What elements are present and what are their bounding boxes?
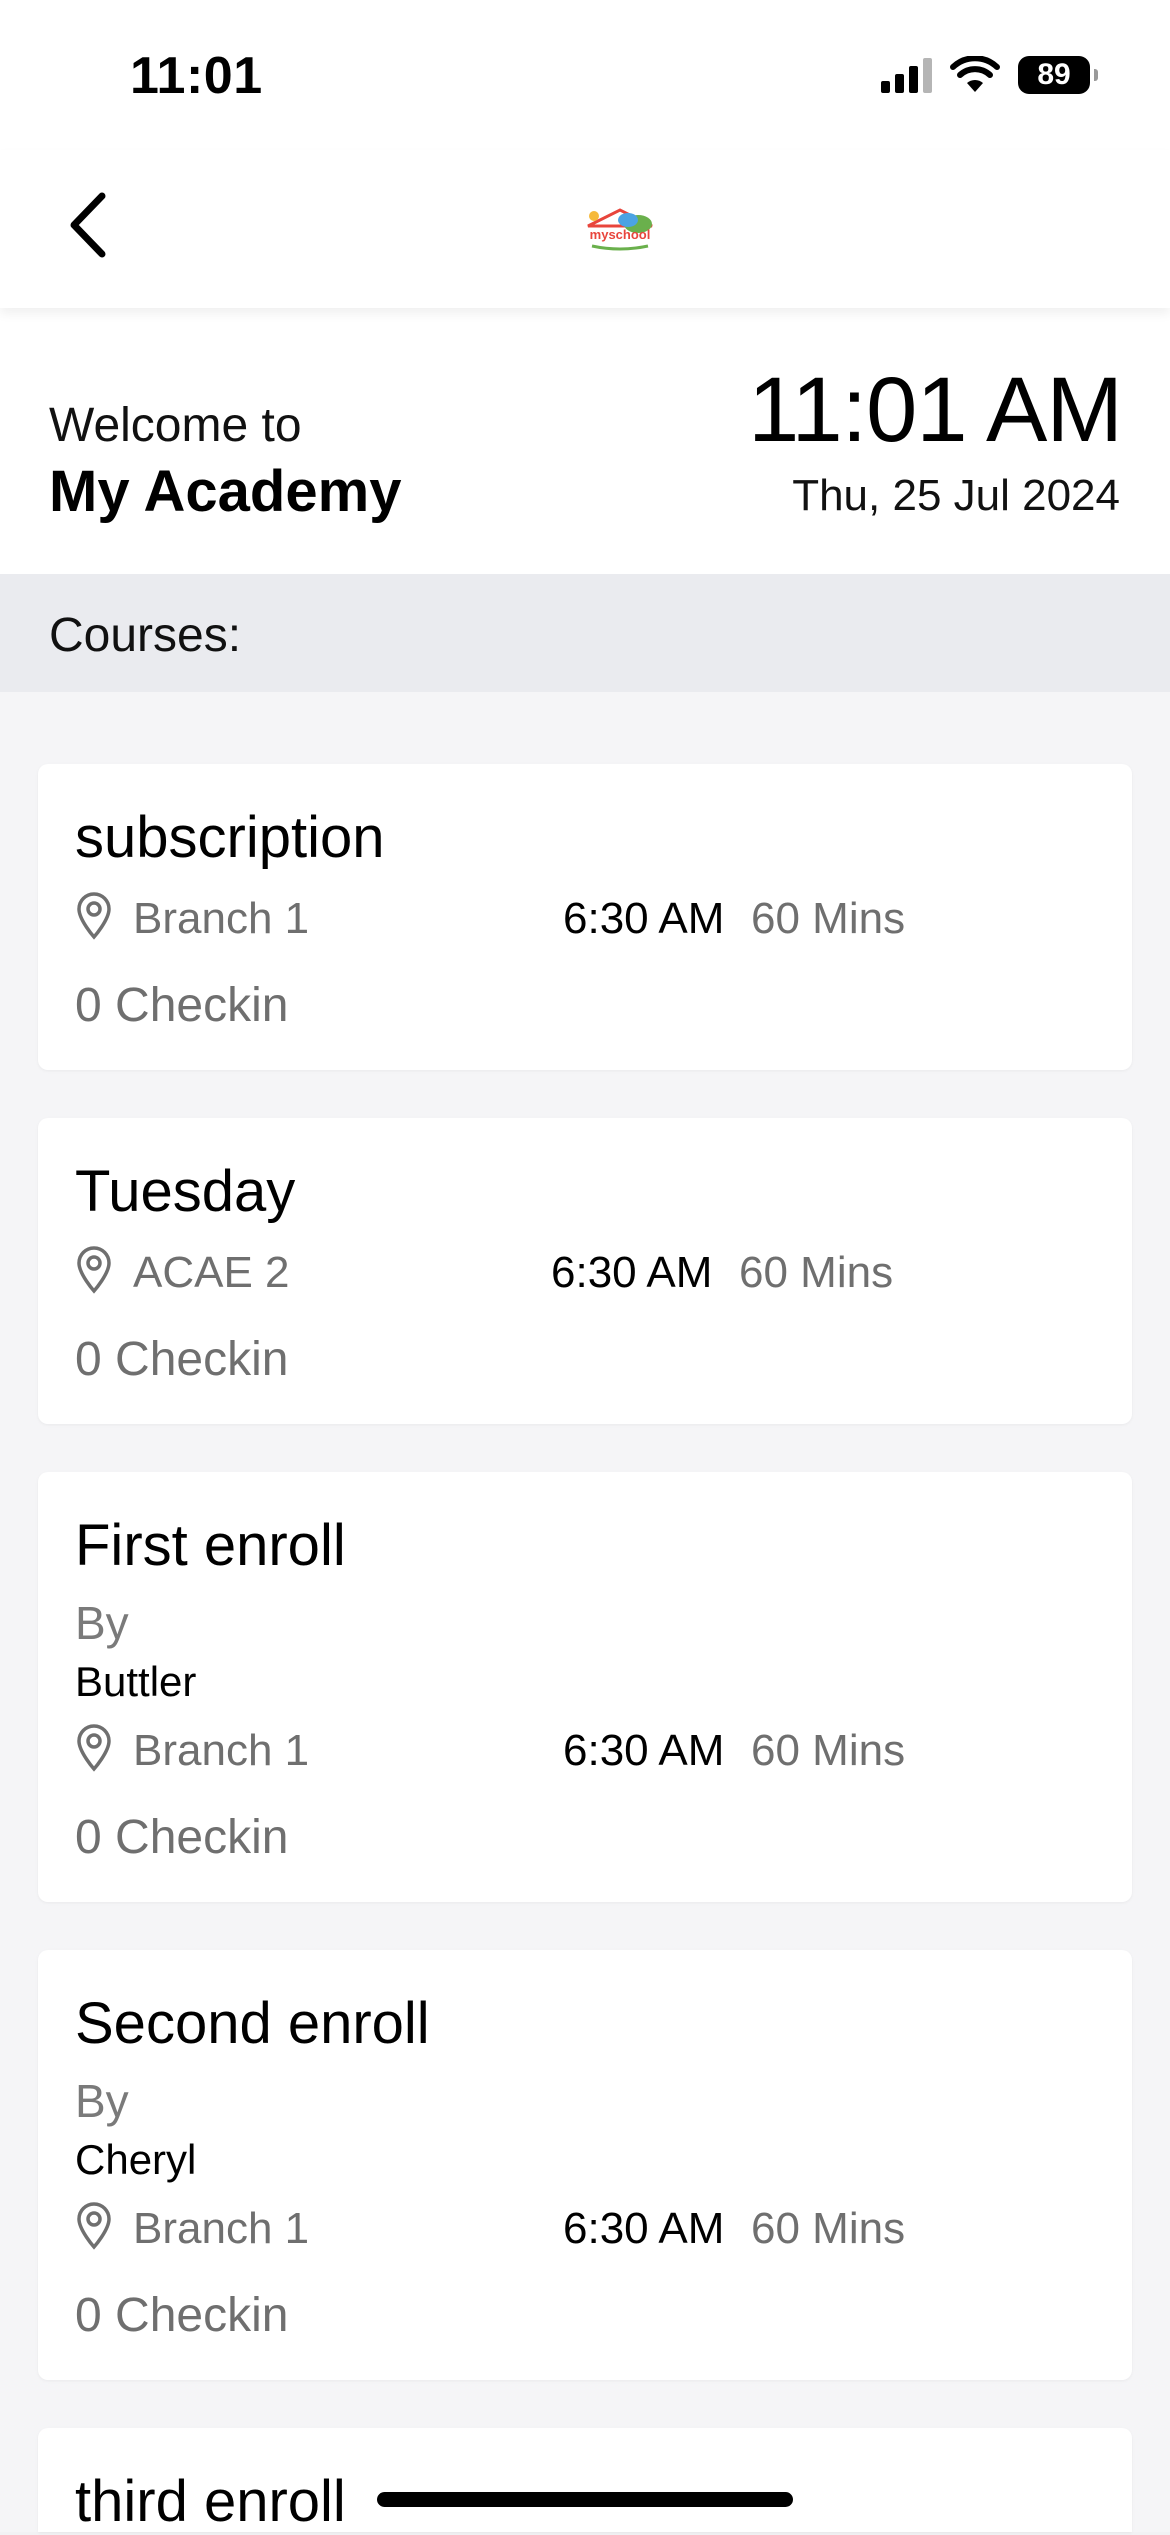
course-duration: 60 Mins [739, 1248, 894, 1297]
course-card[interactable]: third enroll [38, 2428, 1132, 2534]
welcome-header: Welcome to My Academy 11:01 AM Thu, 25 J… [0, 308, 1170, 574]
course-title: First enroll [75, 1513, 346, 1578]
instructor-name: Cheryl [75, 2136, 197, 2183]
course-title: subscription [75, 805, 385, 870]
location-pin-icon [77, 1724, 111, 1772]
course-card[interactable]: subscription Branch 1 6:30 AM 60 Mins 0 … [38, 764, 1132, 1070]
course-title: Second enroll [75, 1991, 430, 2056]
battery-icon: 89 [1018, 56, 1098, 94]
welcome-label: Welcome to [49, 399, 302, 452]
course-card[interactable]: First enroll By Buttler Branch 1 6:30 AM… [38, 1472, 1132, 1902]
location-pin-icon [77, 2202, 111, 2250]
current-date: Thu, 25 Jul 2024 [792, 471, 1120, 520]
course-details-row: Branch 1 6:30 AM 60 Mins [75, 1720, 1075, 1780]
section-title: Courses: [49, 609, 242, 662]
course-duration: 60 Mins [751, 1726, 906, 1775]
course-duration: 60 Mins [751, 894, 906, 943]
course-checkin-count: 0 Checkin [75, 1333, 289, 1386]
status-time: 11:01 [130, 47, 263, 105]
course-time: 6:30 AM [563, 2204, 725, 2253]
courses-list: subscription Branch 1 6:30 AM 60 Mins 0 … [0, 692, 1170, 2534]
course-checkin-count: 0 Checkin [75, 1811, 289, 1864]
wifi-icon [950, 56, 1000, 92]
cellular-signal-icon [881, 57, 932, 93]
course-details-row: Branch 1 6:30 AM 60 Mins [75, 2198, 1075, 2258]
course-card[interactable]: Second enroll By Cheryl Branch 1 6:30 AM… [38, 1950, 1132, 2380]
back-button[interactable] [48, 180, 128, 270]
course-location: ACAE 2 [133, 1248, 290, 1297]
instructor-name: Buttler [75, 1658, 197, 1705]
course-duration: 60 Mins [751, 2204, 906, 2253]
course-location: Branch 1 [133, 1726, 310, 1775]
course-time: 6:30 AM [563, 894, 725, 943]
course-checkin-count: 0 Checkin [75, 2289, 289, 2342]
location-pin-icon [77, 1246, 111, 1294]
course-checkin-count: 0 Checkin [75, 979, 289, 1032]
school-logo: myschool [587, 208, 653, 251]
chevron-left-icon [70, 192, 106, 258]
instructor-by-label: By [75, 1597, 129, 1649]
course-time: 6:30 AM [551, 1248, 713, 1297]
navigation-bar: myschool [0, 150, 1170, 308]
courses-section-header: Courses: [0, 574, 1170, 692]
course-time: 6:30 AM [563, 1726, 725, 1775]
course-title: third enroll [75, 2469, 346, 2534]
status-bar: 11:01 89 [0, 0, 1170, 150]
course-location: Branch 1 [133, 2204, 310, 2253]
academy-name: My Academy [49, 459, 402, 524]
course-card[interactable]: Tuesday ACAE 2 6:30 AM 60 Mins 0 Checkin [38, 1118, 1132, 1424]
status-icons: 89 [881, 56, 1098, 94]
current-time: 11:01 AM [748, 359, 1123, 461]
course-details-row: ACAE 2 6:30 AM 60 Mins [75, 1242, 1075, 1302]
svg-text:myschool: myschool [590, 227, 651, 242]
instructor-by-label: By [75, 2075, 129, 2127]
home-indicator[interactable] [377, 2492, 793, 2507]
location-pin-icon [77, 892, 111, 940]
course-details-row: Branch 1 6:30 AM 60 Mins [75, 888, 1075, 948]
course-title: Tuesday [75, 1159, 296, 1224]
course-location: Branch 1 [133, 894, 310, 943]
